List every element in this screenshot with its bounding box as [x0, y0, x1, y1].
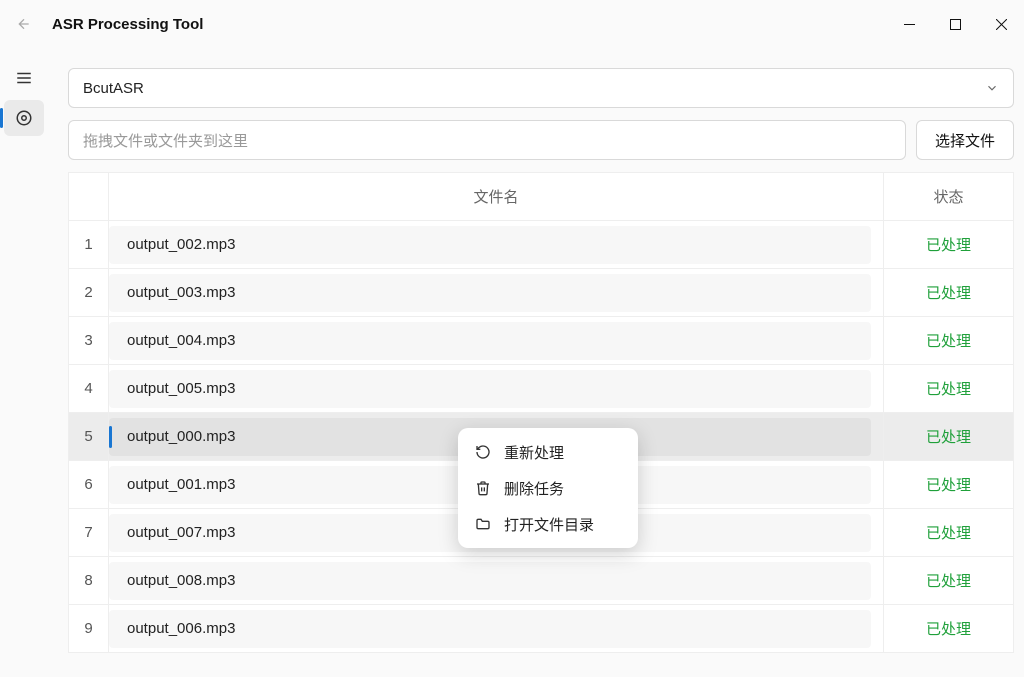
ctx-reprocess-label: 重新处理	[504, 442, 564, 463]
row-filename: output_005.mp3	[109, 370, 871, 408]
choose-file-label: 选择文件	[935, 130, 995, 151]
row-index: 2	[69, 269, 109, 317]
row-status: 已处理	[884, 509, 1014, 557]
row-index: 9	[69, 605, 109, 653]
row-status: 已处理	[884, 221, 1014, 269]
row-index: 1	[69, 221, 109, 269]
ctx-open-folder-label: 打开文件目录	[504, 514, 594, 535]
choose-file-button[interactable]: 选择文件	[916, 120, 1014, 160]
back-button[interactable]	[0, 0, 48, 48]
row-filename-cell: output_004.mp3	[109, 317, 884, 365]
ctx-delete[interactable]: 删除任务	[464, 470, 632, 506]
row-index: 5	[69, 413, 109, 461]
row-filename: output_008.mp3	[109, 562, 871, 600]
engine-select-value: BcutASR	[83, 80, 144, 97]
sidebar	[0, 52, 48, 136]
col-filename-header: 文件名	[109, 173, 884, 221]
chevron-down-icon	[985, 81, 999, 95]
row-index: 8	[69, 557, 109, 605]
trash-icon	[474, 480, 492, 496]
row-index: 6	[69, 461, 109, 509]
minimize-icon	[904, 19, 915, 30]
row-status: 已处理	[884, 317, 1014, 365]
row-filename-cell: output_002.mp3	[109, 221, 884, 269]
row-index: 3	[69, 317, 109, 365]
window-title: ASR Processing Tool	[48, 16, 886, 33]
close-icon	[996, 19, 1007, 30]
arrow-left-icon	[16, 16, 32, 32]
main-content: BcutASR 拖拽文件或文件夹到这里 选择文件 文件名 状态 1output_…	[68, 68, 1014, 677]
menu-icon	[15, 69, 33, 87]
row-index: 4	[69, 365, 109, 413]
row-status: 已处理	[884, 461, 1014, 509]
row-filename-cell: output_008.mp3	[109, 557, 884, 605]
refresh-icon	[474, 444, 492, 460]
ctx-reprocess[interactable]: 重新处理	[464, 434, 632, 470]
disc-icon	[15, 109, 33, 127]
row-status: 已处理	[884, 269, 1014, 317]
close-button[interactable]	[978, 8, 1024, 40]
row-status: 已处理	[884, 605, 1014, 653]
col-status-header: 状态	[884, 173, 1014, 221]
sidebar-menu-toggle[interactable]	[4, 60, 44, 96]
row-filename: output_003.mp3	[109, 274, 871, 312]
maximize-button[interactable]	[932, 8, 978, 40]
row-filename-cell: output_006.mp3	[109, 605, 884, 653]
ctx-delete-label: 删除任务	[504, 478, 564, 499]
window-controls	[886, 8, 1024, 40]
col-index-header	[69, 173, 109, 221]
row-filename: output_002.mp3	[109, 226, 871, 264]
file-input-row: 拖拽文件或文件夹到这里 选择文件	[68, 120, 1014, 160]
ctx-open-folder[interactable]: 打开文件目录	[464, 506, 632, 542]
folder-icon	[474, 516, 492, 532]
row-filename-cell: output_005.mp3	[109, 365, 884, 413]
row-filename: output_006.mp3	[109, 610, 871, 648]
context-menu: 重新处理 删除任务 打开文件目录	[458, 428, 638, 548]
minimize-button[interactable]	[886, 8, 932, 40]
maximize-icon	[950, 19, 961, 30]
drop-zone-placeholder: 拖拽文件或文件夹到这里	[83, 130, 248, 151]
row-status: 已处理	[884, 413, 1014, 461]
titlebar: ASR Processing Tool	[0, 0, 1024, 48]
engine-select[interactable]: BcutASR	[68, 68, 1014, 108]
row-filename: output_004.mp3	[109, 322, 871, 360]
row-filename-cell: output_003.mp3	[109, 269, 884, 317]
file-table: 文件名 状态 1output_002.mp3 已处理 2output_003.mp3…	[68, 172, 1014, 653]
file-drop-zone[interactable]: 拖拽文件或文件夹到这里	[68, 120, 906, 160]
row-status: 已处理	[884, 365, 1014, 413]
row-status: 已处理	[884, 557, 1014, 605]
sidebar-item-asr[interactable]	[4, 100, 44, 136]
row-index: 7	[69, 509, 109, 557]
